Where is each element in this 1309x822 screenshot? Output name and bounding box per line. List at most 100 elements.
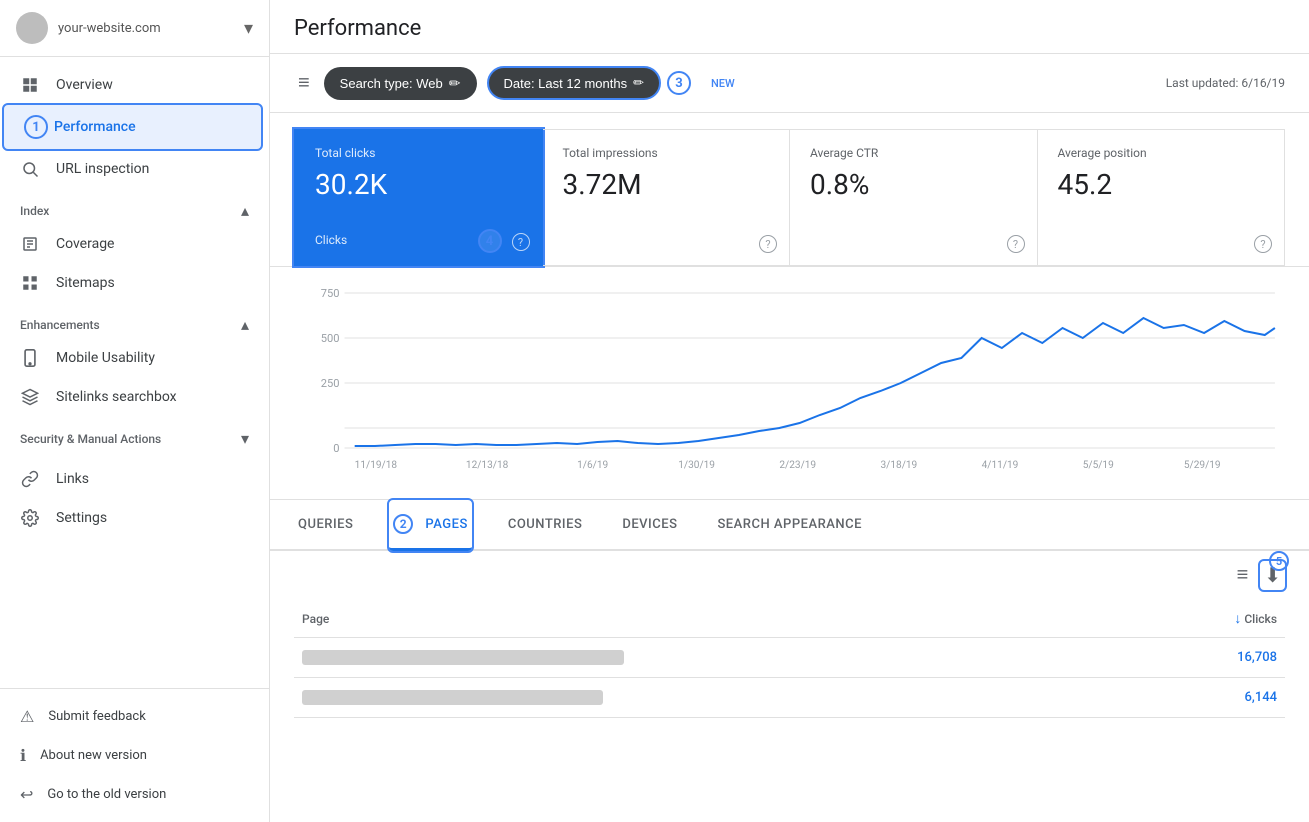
sidebar-item-sitemaps[interactable]: Sitemaps [0, 264, 261, 302]
mobile-icon [20, 349, 40, 367]
tab-queries-label: QUERIES [298, 517, 353, 532]
performance-badge: 1 [24, 115, 48, 139]
sidebar-item-url-inspection-label: URL inspection [56, 161, 149, 177]
table-cell-clicks-2: 6,144 [1138, 678, 1285, 718]
tab-countries-label: COUNTRIES [508, 517, 583, 532]
site-name: your-website.com [58, 21, 244, 36]
sidebar-item-submit-feedback[interactable]: ⚠ Submit feedback [0, 697, 269, 736]
svg-text:1/30/19: 1/30/19 [678, 460, 715, 471]
sidebar-item-coverage-label: Coverage [56, 236, 114, 252]
date-edit-icon: ✏ [633, 75, 644, 91]
tab-pages[interactable]: 2 PAGES [389, 500, 471, 551]
overview-icon [20, 76, 40, 94]
tab-search-appearance-label: SEARCH APPEARANCE [717, 517, 862, 532]
avatar [16, 12, 48, 44]
svg-text:5/29/19: 5/29/19 [1184, 460, 1221, 471]
submit-feedback-label: Submit feedback [48, 709, 145, 724]
feedback-icon: ⚠ [20, 707, 34, 726]
tab-devices[interactable]: DEVICES [618, 500, 681, 551]
svg-text:5/5/19: 5/5/19 [1083, 460, 1114, 471]
blurred-url-2: https://example.com/another-page-blurred… [302, 690, 603, 705]
info-icon: ℹ [20, 746, 26, 765]
sidebar-item-url-inspection[interactable]: URL inspection [0, 150, 261, 188]
sidebar: your-website.com ▾ Overview 1 Performanc… [0, 0, 270, 822]
svg-text:750: 750 [321, 287, 340, 300]
tab-search-appearance[interactable]: SEARCH APPEARANCE [713, 500, 866, 551]
download-badge: 5 [1269, 551, 1289, 571]
sidebar-item-settings[interactable]: Settings [0, 499, 261, 537]
sidebar-item-go-to-old-version[interactable]: ↩ Go to the old version [0, 775, 269, 814]
svg-text:500: 500 [321, 332, 340, 345]
table-cell-page-1: https://example.com/page-path-blurred-lo… [294, 638, 1138, 678]
sidebar-item-performance[interactable]: 1 Performance [4, 105, 261, 149]
svg-text:4/11/19: 4/11/19 [982, 460, 1019, 471]
date-range-label: Date: Last 12 months [504, 76, 628, 91]
enhancements-toggle-icon[interactable]: ▴ [241, 315, 249, 334]
date-range-button[interactable]: Date: Last 12 months ✏ [487, 66, 661, 100]
search-type-edit-icon: ✏ [449, 75, 461, 92]
table-area: ≡ ⬇ 5 Page ↓ Clicks [270, 551, 1309, 718]
sidebar-footer: ⚠ Submit feedback ℹ About new version ↩ … [0, 688, 269, 822]
pages-badge: 2 [393, 514, 413, 534]
sidebar-item-performance-label: Performance [54, 119, 136, 135]
sort-icon: ↓ [1234, 611, 1241, 627]
average-ctr-label: Average CTR [810, 146, 1017, 160]
dropdown-icon[interactable]: ▾ [244, 18, 253, 39]
chart-area: 750 500 250 0 11/19/18 12/13/18 1/6/19 1… [270, 267, 1309, 500]
svg-text:1/6/19: 1/6/19 [577, 460, 608, 471]
tab-countries[interactable]: COUNTRIES [504, 500, 587, 551]
about-new-version-label: About new version [40, 748, 147, 763]
table-row: https://example.com/another-page-blurred… [294, 678, 1285, 718]
svg-text:2/23/19: 2/23/19 [779, 460, 816, 471]
clicks-badge: 4 [478, 229, 502, 253]
blurred-url-1: https://example.com/page-path-blurred-lo… [302, 650, 624, 665]
average-position-value: 45.2 [1058, 168, 1265, 201]
back-icon: ↩ [20, 785, 33, 804]
tab-devices-label: DEVICES [622, 517, 677, 532]
table-row: https://example.com/page-path-blurred-lo… [294, 638, 1285, 678]
filter-button[interactable]: ≡ [294, 68, 314, 99]
search-type-label: Search type: Web [340, 76, 443, 91]
sidebar-item-about-new-version[interactable]: ℹ About new version [0, 736, 269, 775]
coverage-icon [20, 235, 40, 253]
svg-text:0: 0 [333, 442, 339, 455]
settings-icon [20, 509, 40, 527]
security-section-label: Security & Manual Actions ▾ [0, 417, 269, 452]
security-toggle-icon[interactable]: ▾ [241, 429, 249, 448]
sidebar-item-links-label: Links [56, 471, 89, 487]
total-impressions-help[interactable]: ? [759, 235, 777, 253]
table-cell-clicks-1: 16,708 [1138, 638, 1285, 678]
main-content: Performance ≡ Search type: Web ✏ Date: L… [270, 0, 1309, 822]
average-position-label: Average position [1058, 146, 1265, 160]
sidebar-item-sitelinks-searchbox[interactable]: Sitelinks searchbox [0, 378, 261, 416]
sidebar-item-sitelinks-label: Sitelinks searchbox [56, 389, 177, 405]
sidebar-item-overview-label: Overview [56, 77, 113, 93]
table-header-page: Page [294, 600, 1138, 638]
stat-total-clicks[interactable]: Total clicks 30.2K ? Clicks 4 [294, 129, 543, 266]
stat-total-impressions[interactable]: Total impressions 3.72M ? [543, 129, 791, 266]
tab-queries[interactable]: QUERIES [294, 500, 357, 551]
chart-container: 750 500 250 0 11/19/18 12/13/18 1/6/19 1… [294, 283, 1285, 483]
tab-pages-label: PAGES [425, 517, 467, 532]
search-type-button[interactable]: Search type: Web ✏ [324, 67, 477, 100]
total-clicks-help[interactable]: ? [512, 233, 530, 251]
search-icon [20, 160, 40, 178]
average-ctr-help[interactable]: ? [1007, 235, 1025, 253]
sidebar-item-mobile-usability[interactable]: Mobile Usability [0, 339, 261, 377]
average-ctr-value: 0.8% [810, 168, 1017, 201]
average-position-help[interactable]: ? [1254, 235, 1272, 253]
sidebar-item-mobile-usability-label: Mobile Usability [56, 350, 155, 366]
sitemaps-icon [20, 274, 40, 292]
tabs-row: QUERIES 2 PAGES COUNTRIES DEVICES SEARCH… [270, 500, 1309, 551]
total-clicks-label: Total clicks [315, 146, 522, 160]
sidebar-item-coverage[interactable]: Coverage [0, 225, 261, 263]
sidebar-header: your-website.com ▾ [0, 0, 269, 57]
sidebar-item-links[interactable]: Links [0, 460, 261, 498]
table-cell-page-2: https://example.com/another-page-blurred… [294, 678, 1138, 718]
stat-average-position[interactable]: Average position 45.2 ? [1038, 129, 1286, 266]
stat-average-ctr[interactable]: Average CTR 0.8% ? [790, 129, 1038, 266]
table-header-clicks[interactable]: ↓ Clicks [1138, 600, 1285, 638]
table-filter-button[interactable]: ≡ [1237, 561, 1249, 590]
sidebar-item-overview[interactable]: Overview [0, 66, 261, 104]
index-toggle-icon[interactable]: ▴ [241, 201, 249, 220]
